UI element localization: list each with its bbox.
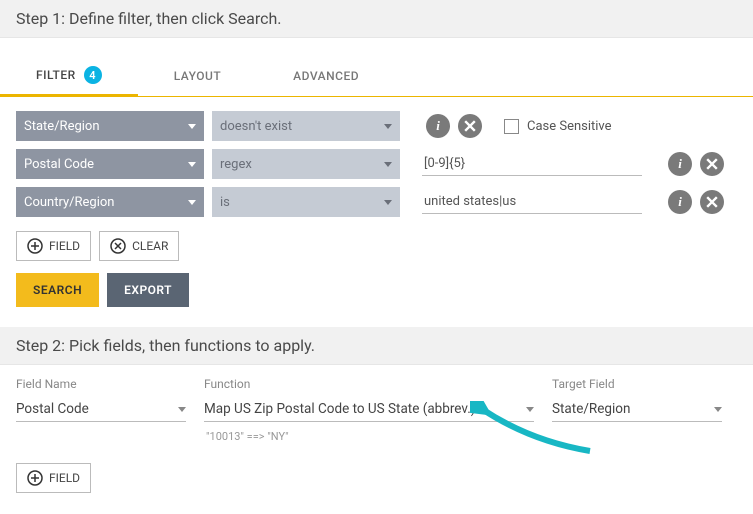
plus-circle-icon	[27, 238, 43, 254]
operator-select[interactable]: regex	[212, 149, 400, 179]
field-select-value: State/Region	[24, 119, 100, 134]
field-select[interactable]: State/Region	[16, 111, 204, 141]
tab-filter-label: FILTER	[36, 68, 76, 82]
col-target: Target Field State/Region	[552, 377, 722, 422]
filter-count-badge: 4	[84, 66, 102, 84]
plus-circle-icon	[27, 470, 43, 486]
add-field-label: FIELD	[49, 471, 80, 485]
info-icon[interactable]: i	[426, 114, 450, 138]
info-icon[interactable]: i	[668, 152, 692, 176]
add-field-label: FIELD	[49, 239, 80, 253]
add-field-button[interactable]: FIELD	[16, 231, 91, 261]
field-select[interactable]: Country/Region	[16, 187, 204, 217]
col-function: Function Map US Zip Postal Code to US St…	[204, 377, 534, 422]
field-actions: FIELD CLEAR	[0, 229, 753, 263]
tab-filter[interactable]: FILTER 4	[0, 56, 138, 97]
search-actions: SEARCH EXPORT	[0, 263, 753, 323]
delete-row-icon[interactable]	[458, 114, 482, 138]
value-input[interactable]	[422, 152, 642, 176]
field-select-value: Country/Region	[24, 195, 114, 210]
step1-header: Step 1: Define filter, then click Search…	[0, 0, 753, 38]
filter-rows: State/Region doesn't exist i Case Sensit…	[0, 97, 753, 229]
step2-columns: Field Name Postal Code Function Map US Z…	[0, 365, 753, 426]
step2-header: Step 2: Pick fields, then functions to a…	[0, 327, 753, 365]
target-select[interactable]: State/Region	[552, 397, 722, 422]
field-select-value: Postal Code	[24, 157, 94, 172]
export-button[interactable]: EXPORT	[107, 273, 189, 307]
delete-row-icon[interactable]	[700, 152, 724, 176]
operator-select-value: regex	[220, 157, 252, 172]
operator-select[interactable]: is	[212, 187, 400, 217]
checkbox-box	[504, 119, 519, 134]
field-name-select[interactable]: Postal Code	[16, 397, 186, 422]
tab-layout[interactable]: LAYOUT	[138, 56, 257, 96]
field-select[interactable]: Postal Code	[16, 149, 204, 179]
tab-advanced[interactable]: ADVANCED	[257, 56, 395, 96]
function-value: Map US Zip Postal Code to US State (abbr…	[204, 401, 475, 417]
field-name-header: Field Name	[16, 377, 186, 391]
operator-select-value: doesn't exist	[220, 119, 292, 134]
filter-row: Postal Code regex i	[16, 149, 737, 179]
function-select[interactable]: Map US Zip Postal Code to US State (abbr…	[204, 397, 534, 422]
info-icon[interactable]: i	[668, 190, 692, 214]
filter-row: State/Region doesn't exist i Case Sensit…	[16, 111, 737, 141]
clear-label: CLEAR	[132, 239, 168, 253]
case-sensitive-checkbox[interactable]: Case Sensitive	[504, 119, 612, 134]
search-button[interactable]: SEARCH	[16, 273, 99, 307]
filter-row: Country/Region is i	[16, 187, 737, 217]
col-field-name: Field Name Postal Code	[16, 377, 186, 422]
function-example: "10013" ==> "NY"	[0, 426, 753, 455]
field-name-value: Postal Code	[16, 401, 89, 417]
target-value: State/Region	[552, 401, 630, 417]
function-header: Function	[204, 377, 534, 391]
target-header: Target Field	[552, 377, 722, 391]
delete-row-icon[interactable]	[700, 190, 724, 214]
operator-select-value: is	[220, 195, 230, 210]
case-sensitive-label: Case Sensitive	[527, 119, 612, 134]
add-field-button[interactable]: FIELD	[16, 463, 91, 493]
operator-select[interactable]: doesn't exist	[212, 111, 400, 141]
value-input[interactable]	[422, 190, 642, 214]
step2-actions: FIELD	[0, 455, 753, 507]
x-circle-icon	[110, 238, 126, 254]
clear-button[interactable]: CLEAR	[99, 231, 179, 261]
tabs: FILTER 4 LAYOUT ADVANCED	[0, 56, 753, 97]
